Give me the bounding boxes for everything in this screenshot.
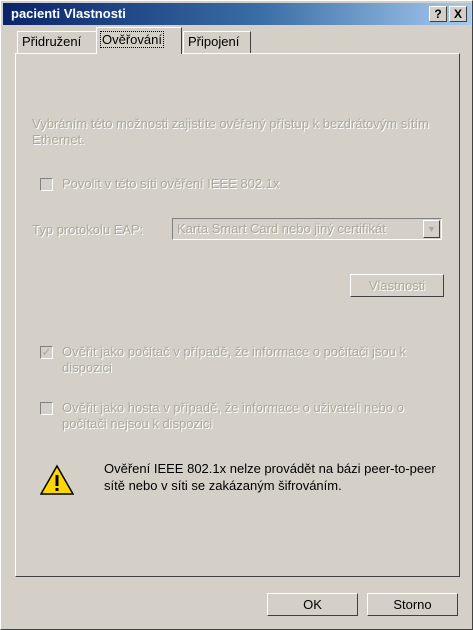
description-text: Vybráním této možnosti zajistíte ověřený… xyxy=(32,116,429,147)
auth-as-guest-checkbox[interactable] xyxy=(40,402,53,415)
enable-8021x-label: Povolit v této síti ověření IEEE 802.1x xyxy=(62,176,280,191)
authentication-panel: Vybráním této možnosti zajistíte ověřený… xyxy=(15,53,460,577)
warning-icon xyxy=(40,464,74,495)
tab-authentication[interactable]: Ověřování xyxy=(96,27,182,54)
tab-connection[interactable]: Připojení xyxy=(183,31,251,53)
auth-as-computer-checkbox[interactable]: ✓ xyxy=(40,346,53,359)
tab-label: Ověřování xyxy=(100,31,164,48)
warning-text: Ověření IEEE 802.1x nelze provádět na bá… xyxy=(104,461,436,493)
tab-association[interactable]: Přidružení xyxy=(17,31,97,53)
close-button[interactable]: X xyxy=(449,6,467,22)
window-title: pacienti Vlastnosti xyxy=(11,6,126,21)
auth-as-guest-label: Ověřit jako hosta v případě, že informac… xyxy=(62,400,404,431)
enable-8021x-checkbox[interactable] xyxy=(40,178,53,191)
cancel-button[interactable]: Storno xyxy=(367,593,458,616)
eap-type-value: Karta Smart Card nebo jiný certifikát xyxy=(177,221,386,236)
tab-label: Připojení xyxy=(188,34,240,49)
chevron-down-icon[interactable]: ▼ xyxy=(423,220,440,238)
properties-dialog: pacienti Vlastnosti ? X Přidružení Ověřo… xyxy=(0,0,473,630)
eap-type-select[interactable]: Karta Smart Card nebo jiný certifikát ▼ xyxy=(172,218,442,240)
properties-button[interactable]: Vlastnosti xyxy=(350,274,444,297)
eap-type-label: Typ protokolu EAP: xyxy=(32,222,144,237)
title-bar[interactable]: pacienti Vlastnosti ? X xyxy=(3,3,471,25)
tab-label: Přidružení xyxy=(22,34,82,49)
help-button[interactable]: ? xyxy=(429,6,447,22)
ok-button[interactable]: OK xyxy=(267,593,358,616)
auth-as-computer-label: Ověřit jako počítač v případě, že inform… xyxy=(62,344,406,375)
